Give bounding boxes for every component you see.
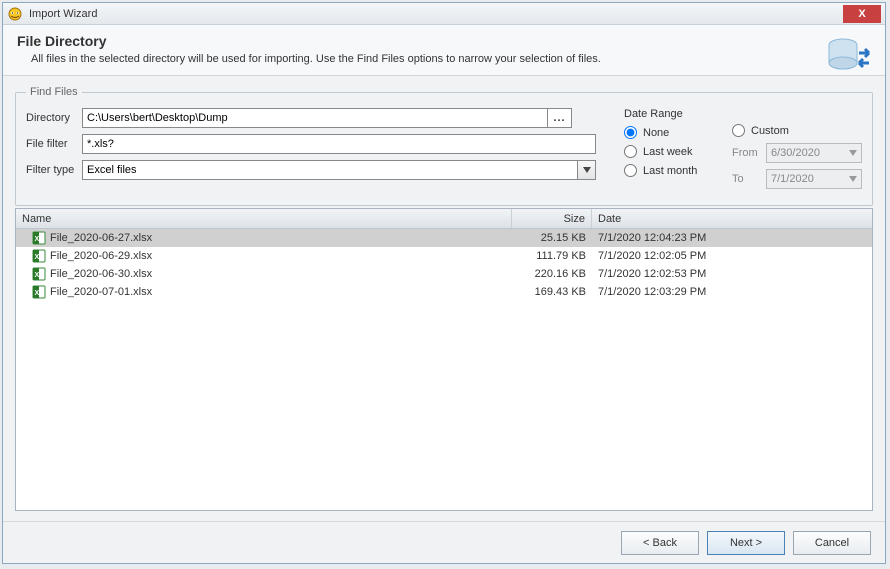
file-size: 169.43 KB: [512, 283, 592, 301]
date-range-lastmonth-radio[interactable]: [624, 164, 637, 177]
back-button[interactable]: < Back: [621, 531, 699, 555]
chevron-down-icon: [583, 167, 591, 173]
next-button[interactable]: Next >: [707, 531, 785, 555]
close-button[interactable]: X: [843, 5, 881, 23]
file-date: 7/1/2020 12:02:53 PM: [592, 265, 872, 283]
page-title: File Directory: [17, 33, 871, 49]
ellipsis-icon: ...: [553, 112, 565, 124]
file-date: 7/1/2020 12:03:29 PM: [592, 283, 872, 301]
app-icon: [7, 6, 23, 22]
from-label: From: [732, 147, 762, 159]
date-range-title: Date Range: [624, 108, 714, 120]
browse-button[interactable]: ...: [548, 108, 572, 128]
date-range-custom-radio[interactable]: [732, 124, 745, 137]
file-name: File_2020-06-30.xlsx: [50, 268, 152, 280]
svg-text:X: X: [35, 254, 40, 261]
file-size: 220.16 KB: [512, 265, 592, 283]
date-range-custom-label: Custom: [751, 125, 789, 137]
svg-text:X: X: [35, 236, 40, 243]
chevron-down-icon: [849, 173, 857, 185]
close-icon: X: [858, 8, 865, 20]
wizard-footer: < Back Next > Cancel: [3, 521, 885, 563]
filter-type-input[interactable]: [82, 160, 578, 180]
file-row[interactable]: X File_2020-07-01.xlsx 169.43 KB7/1/2020 1…: [16, 283, 872, 301]
directory-input[interactable]: [82, 108, 548, 128]
file-list: Name Size Date X File_2020-06-27.xlsx 25.1…: [15, 208, 873, 511]
date-range-lastweek-radio[interactable]: [624, 145, 637, 158]
column-header-name[interactable]: Name: [16, 209, 512, 228]
file-date: 7/1/2020 12:02:05 PM: [592, 247, 872, 265]
find-files-legend: Find Files: [26, 86, 82, 98]
date-range-none-radio[interactable]: [624, 126, 637, 139]
file-list-body: XFile_2020-06-27.xlsx25.15 KB7/1/2020 12…: [16, 229, 872, 510]
find-files-group: Find Files Directory ... File filter: [15, 86, 873, 206]
import-wizard-window: Import Wizard X File Directory All files…: [2, 2, 886, 564]
directory-label: Directory: [26, 112, 82, 124]
filter-type-label: Filter type: [26, 164, 82, 176]
file-name: File_2020-07-01.xlsx: [50, 286, 152, 298]
file-size: 25.15 KB: [512, 229, 592, 247]
from-date-value: 6/30/2020: [771, 147, 820, 159]
svg-text:X: X: [35, 290, 40, 297]
titlebar: Import Wizard X: [3, 3, 885, 25]
wizard-header: File Directory All files in the selected…: [3, 25, 885, 76]
file-name: File_2020-06-27.xlsx: [50, 232, 152, 244]
to-date-value: 7/1/2020: [771, 173, 814, 185]
date-range-lastweek-label: Last week: [643, 146, 693, 158]
file-filter-input[interactable]: [82, 134, 596, 154]
svg-text:X: X: [35, 272, 40, 279]
window-title: Import Wizard: [29, 8, 97, 20]
from-date-picker[interactable]: 6/30/2020: [766, 143, 862, 163]
cancel-button[interactable]: Cancel: [793, 531, 871, 555]
page-subtitle: All files in the selected directory will…: [31, 53, 871, 65]
file-name: File_2020-06-29.xlsx: [50, 250, 152, 262]
column-header-date[interactable]: Date: [592, 209, 872, 228]
excel-file-icon: X: [32, 231, 46, 245]
file-row[interactable]: X File_2020-06-27.xlsx 25.15 KB7/1/2020 12…: [16, 229, 872, 247]
file-size: 111.79 KB: [512, 247, 592, 265]
file-row[interactable]: X File_2020-06-30.xlsx 220.16 KB7/1/2020 1…: [16, 265, 872, 283]
excel-file-icon: X: [32, 285, 46, 299]
chevron-down-icon: [849, 147, 857, 159]
to-date-picker[interactable]: 7/1/2020: [766, 169, 862, 189]
file-filter-label: File filter: [26, 138, 82, 150]
file-list-header: Name Size Date: [16, 209, 872, 229]
excel-file-icon: X: [32, 267, 46, 281]
wizard-content: Find Files Directory ... File filter: [3, 76, 885, 521]
file-date: 7/1/2020 12:04:23 PM: [592, 229, 872, 247]
filter-type-dropdown[interactable]: [578, 160, 596, 180]
column-header-size[interactable]: Size: [512, 209, 592, 228]
date-range-lastmonth-label: Last month: [643, 165, 697, 177]
to-label: To: [732, 173, 762, 185]
file-row[interactable]: X File_2020-06-29.xlsx 111.79 KB7/1/2020 1…: [16, 247, 872, 265]
excel-file-icon: X: [32, 249, 46, 263]
date-range-none-label: None: [643, 127, 669, 139]
database-icon: [823, 33, 871, 81]
